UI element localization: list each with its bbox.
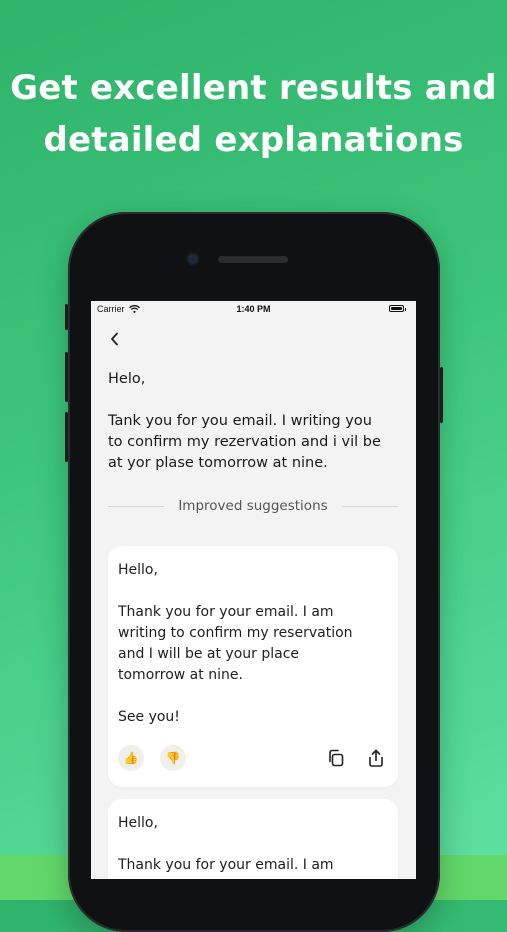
thumbs-down-button[interactable]: 👎 — [160, 745, 186, 771]
suggestion-card: Hello, Thank you for your email. I am wr… — [108, 546, 398, 787]
battery-icon — [389, 305, 406, 312]
phone-mute-switch — [65, 304, 68, 330]
thumbs-up-icon: 👍 — [123, 751, 139, 765]
copy-icon — [329, 749, 344, 767]
status-bar: Carrier 1:40 PM — [91, 301, 416, 317]
share-button[interactable] — [364, 746, 388, 770]
phone-power-button — [440, 367, 443, 423]
copy-button[interactable] — [324, 746, 348, 770]
suggestion-text[interactable]: Hello, Thank you for your email. I am — [118, 813, 388, 876]
promo-headline: Get excellent results and detailed expla… — [0, 62, 507, 166]
chevron-left-icon — [110, 332, 118, 346]
phone-volume-up-button — [65, 352, 68, 402]
suggestion-card: Hello, Thank you for your email. I am — [108, 799, 398, 879]
thumbs-up-button[interactable]: 👍 — [118, 745, 144, 771]
back-button[interactable] — [105, 328, 123, 350]
divider-line-left — [108, 505, 165, 507]
suggestions-divider-label: Improved suggestions — [178, 498, 328, 514]
status-time: 1:40 PM — [236, 304, 271, 314]
phone-frame: Carrier 1:40 PM Helo, Tank you for you e… — [65, 212, 443, 932]
promo-headline-line-1: Get excellent results and — [10, 68, 497, 108]
front-camera — [188, 254, 198, 264]
suggestions-divider: Improved suggestions — [108, 498, 398, 514]
earpiece-speaker — [218, 256, 288, 263]
promo-headline-line-2: detailed explanations — [43, 120, 464, 160]
suggestion-text[interactable]: Hello, Thank you for your email. I am wr… — [118, 560, 388, 728]
thumbs-down-icon: 👎 — [165, 751, 181, 765]
original-text: Helo, Tank you for you email. I writing … — [108, 371, 381, 471]
phone-volume-down-button — [65, 412, 68, 462]
suggestion-actions: 👍 👎 — [118, 745, 388, 771]
share-icon — [369, 749, 383, 767]
phone-screen: Carrier 1:40 PM Helo, Tank you for you e… — [91, 301, 416, 879]
divider-line-right — [341, 505, 398, 507]
